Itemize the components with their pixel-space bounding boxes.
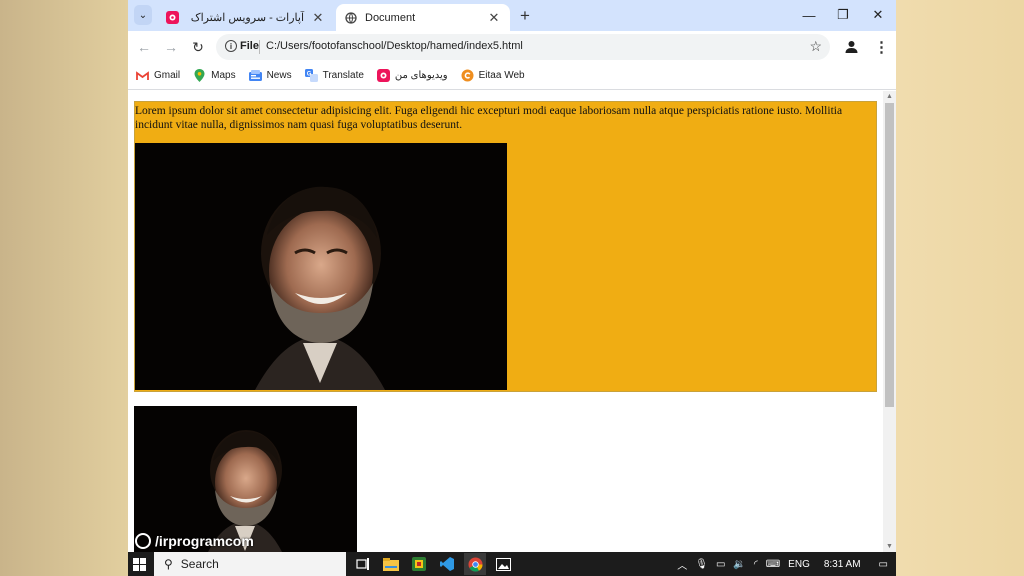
search-icon: ⚲ — [164, 557, 173, 571]
tab-document[interactable]: Document ✕ — [336, 4, 510, 31]
bookmark-label: Maps — [211, 70, 236, 81]
scrollbar-thumb[interactable] — [885, 103, 894, 407]
close-tab-icon[interactable]: ✕ — [310, 10, 326, 26]
forward-button[interactable]: → — [162, 38, 180, 56]
divider — [259, 40, 260, 54]
translate-icon: G — [304, 69, 318, 82]
desktop-background-left — [0, 0, 128, 576]
tab-title: Document — [365, 11, 416, 24]
tab-strip: ⌄ آپارات - سرویس اشتراک ویدیو ✕ Document… — [128, 0, 896, 31]
browser-toolbar: ← → ↻ i File C:/Users/footofanschool/Des… — [128, 31, 896, 62]
bookmarks-bar: Gmail Maps News G Translate ویدیوهای من — [128, 62, 896, 90]
chrome-icon[interactable] — [464, 553, 486, 575]
url-text[interactable]: C:/Users/footofanschool/Desktop/hamed/in… — [266, 40, 523, 52]
bookmark-label: Translate — [322, 70, 364, 81]
bookmark-eitaa[interactable]: Eitaa Web — [461, 69, 525, 82]
bookmark-maps[interactable]: Maps — [193, 69, 236, 82]
bookmark-translate[interactable]: G Translate — [304, 69, 364, 82]
chevron-up-icon[interactable]: ︿ — [677, 557, 687, 572]
scroll-down-icon[interactable]: ▼ — [886, 543, 893, 550]
bookmark-label: Gmail — [154, 70, 181, 81]
highlighted-container: Lorem ipsum dolor sit amet consectetur a… — [134, 101, 877, 392]
bookmark-label: ویدیوهای من — [394, 70, 448, 81]
volume-icon[interactable]: 🔉 — [733, 559, 745, 570]
windows-start-icon[interactable] — [128, 552, 150, 576]
windows-taskbar: ⚲ Search ︿ 🎙 ▭ 🔉 ◜ ⌨ ENG 8:31 AM ▭ — [128, 552, 896, 576]
tab-title: آپارات - سرویس اشتراک ویدیو — [187, 12, 304, 24]
globe-icon — [344, 11, 357, 24]
page-scrollbar[interactable]: ▲ ▼ — [883, 91, 896, 552]
desktop-background-right — [896, 0, 1024, 576]
bookmark-label: Eitaa Web — [478, 70, 525, 81]
file-explorer-icon[interactable] — [380, 553, 402, 575]
bookmark-aparat-videos[interactable]: ویدیوهای من — [376, 69, 448, 82]
info-icon[interactable]: i — [225, 40, 237, 52]
svg-text:G: G — [306, 72, 311, 78]
tab-search-button[interactable]: ⌄ — [134, 5, 152, 25]
system-tray: ︿ 🎙 ▭ 🔉 ◜ ⌨ ENG 8:31 AM ▭ — [673, 552, 896, 576]
keyboard-icon[interactable]: ⌨ — [766, 559, 780, 570]
menu-kebab-icon[interactable]: ⋮ — [874, 38, 889, 56]
news-icon — [248, 69, 262, 82]
reload-button[interactable]: ↻ — [189, 38, 207, 56]
notifications-icon[interactable]: ▭ — [879, 559, 888, 570]
bookmark-gmail[interactable]: Gmail — [136, 69, 180, 82]
close-tab-icon[interactable]: ✕ — [486, 10, 502, 26]
taskbar-search[interactable]: ⚲ Search — [154, 552, 346, 576]
back-button[interactable]: ← — [135, 38, 153, 56]
bookmark-star-icon[interactable]: ☆ — [809, 38, 822, 55]
portrait-image-large — [135, 143, 507, 390]
photos-icon[interactable] — [492, 553, 514, 575]
browser-window: ⌄ آپارات - سرویس اشتراک ویدیو ✕ Document… — [128, 0, 896, 552]
lorem-paragraph: Lorem ipsum dolor sit amet consectetur a… — [135, 105, 843, 131]
camera-icon — [135, 533, 151, 549]
address-bar[interactable]: i File C:/Users/footofanschool/Desktop/h… — [216, 34, 830, 60]
tab-aparat[interactable]: آپارات - سرویس اشتراک ویدیو ✕ — [158, 4, 334, 31]
wifi-icon[interactable]: ◜ — [754, 559, 758, 570]
watermark: /irprogramcom — [135, 533, 254, 549]
watermark-text: /irprogramcom — [155, 533, 254, 549]
clock[interactable]: 8:31 AM — [824, 559, 861, 570]
page-viewport: Lorem ipsum dolor sit amet consectetur a… — [128, 91, 896, 552]
new-tab-button[interactable]: + — [516, 6, 534, 25]
portrait-image-small — [134, 406, 357, 552]
maps-icon — [193, 69, 206, 82]
restore-button[interactable]: ❐ — [831, 5, 855, 25]
search-label: Search — [180, 557, 219, 571]
gmail-icon — [136, 69, 149, 82]
close-window-button[interactable]: ✕ — [866, 5, 890, 25]
minimize-button[interactable]: — — [797, 5, 821, 25]
profile-icon[interactable] — [844, 39, 859, 54]
file-scheme-label: File — [240, 40, 259, 52]
battery-icon[interactable]: ▭ — [716, 559, 725, 570]
bookmark-news[interactable]: News — [248, 69, 292, 82]
aparat-icon — [376, 69, 390, 82]
scroll-up-icon[interactable]: ▲ — [886, 93, 893, 100]
task-view-icon[interactable] — [352, 553, 374, 575]
aparat-icon — [166, 11, 179, 24]
app-icon-green[interactable] — [408, 553, 430, 575]
eitaa-icon — [461, 69, 474, 82]
microphone-icon[interactable]: 🎙 — [695, 559, 708, 570]
bookmark-label: News — [266, 70, 292, 81]
vscode-icon[interactable] — [436, 553, 458, 575]
language-indicator[interactable]: ENG — [788, 559, 810, 570]
